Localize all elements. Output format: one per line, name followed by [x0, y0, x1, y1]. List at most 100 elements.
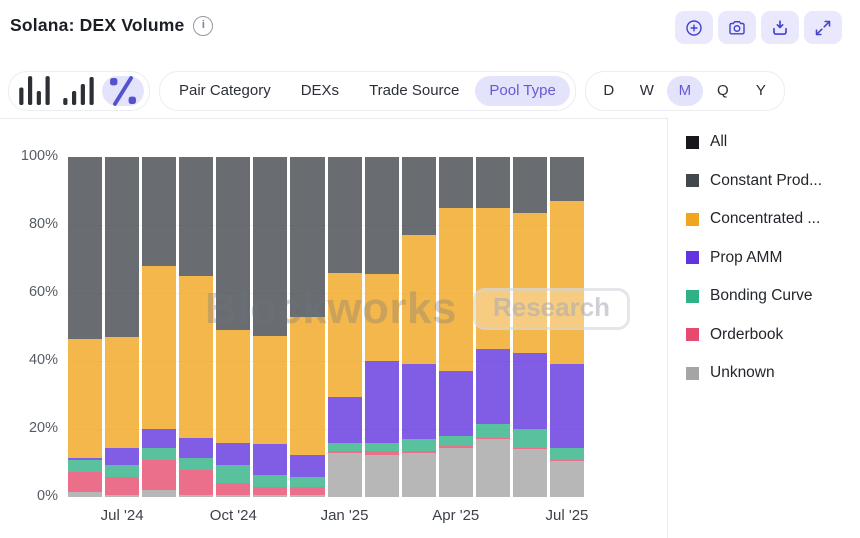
legend-item-bonding-curve[interactable]: Bonding Curve	[686, 277, 860, 316]
segment-constant-prod[interactable]	[439, 157, 473, 208]
segment-concentrated[interactable]	[439, 208, 473, 371]
segment-bonding-curve[interactable]	[142, 448, 176, 460]
bar-mar-25[interactable]	[402, 157, 436, 497]
segment-unknown[interactable]	[402, 453, 436, 497]
segment-bonding-curve[interactable]	[179, 458, 213, 470]
segment-concentrated[interactable]	[253, 336, 287, 445]
segment-orderbook[interactable]	[142, 460, 176, 491]
segment-prop-amm[interactable]	[439, 371, 473, 436]
bar-jun-24[interactable]	[68, 157, 102, 497]
bar-may-25[interactable]	[476, 157, 510, 497]
legend-item-concentrated[interactable]: Concentrated ...	[686, 200, 860, 239]
segment-concentrated[interactable]	[142, 266, 176, 429]
tab-pair-category[interactable]: Pair Category	[165, 76, 285, 106]
segment-prop-amm[interactable]	[402, 364, 436, 439]
legend-item-constant-prod[interactable]: Constant Prod...	[686, 162, 860, 201]
segment-unknown[interactable]	[216, 495, 250, 497]
bar-dec-24[interactable]	[290, 157, 324, 497]
period-q[interactable]: Q	[705, 76, 741, 106]
segment-unknown[interactable]	[476, 439, 510, 497]
segment-constant-prod[interactable]	[253, 157, 287, 336]
segment-prop-amm[interactable]	[476, 349, 510, 424]
period-d[interactable]: D	[591, 76, 627, 106]
segment-unknown[interactable]	[439, 448, 473, 497]
segment-bonding-curve[interactable]	[68, 460, 102, 472]
segment-constant-prod[interactable]	[105, 157, 139, 337]
legend-item-prop-amm[interactable]: Prop AMM	[686, 239, 860, 278]
plot-area[interactable]	[68, 157, 584, 497]
segment-bonding-curve[interactable]	[365, 443, 399, 452]
segment-concentrated[interactable]	[550, 201, 584, 364]
bar-aug-24[interactable]	[142, 157, 176, 497]
segment-bonding-curve[interactable]	[402, 439, 436, 451]
segment-bonding-curve[interactable]	[105, 465, 139, 477]
segment-bonding-curve[interactable]	[513, 429, 547, 448]
segment-bonding-curve[interactable]	[550, 448, 584, 460]
period-m[interactable]: M	[667, 76, 703, 106]
zoom-in-button[interactable]	[675, 11, 713, 44]
segment-unknown[interactable]	[365, 455, 399, 498]
segment-unknown[interactable]	[253, 495, 287, 497]
segment-concentrated[interactable]	[476, 208, 510, 349]
segment-bonding-curve[interactable]	[328, 443, 362, 452]
bar-nov-24[interactable]	[253, 157, 287, 497]
segment-concentrated[interactable]	[179, 276, 213, 438]
legend-item-orderbook[interactable]: Orderbook	[686, 316, 860, 355]
segment-unknown[interactable]	[105, 495, 139, 497]
segment-bonding-curve[interactable]	[476, 424, 510, 438]
period-w[interactable]: W	[629, 76, 665, 106]
bar-jun-25[interactable]	[513, 157, 547, 497]
fullscreen-button[interactable]	[804, 11, 842, 44]
segment-constant-prod[interactable]	[328, 157, 362, 273]
segment-concentrated[interactable]	[290, 317, 324, 455]
info-icon[interactable]: i	[193, 16, 213, 36]
segment-concentrated[interactable]	[365, 274, 399, 361]
segment-concentrated[interactable]	[68, 339, 102, 458]
segment-bonding-curve[interactable]	[290, 477, 324, 487]
segment-prop-amm[interactable]	[179, 438, 213, 458]
segment-constant-prod[interactable]	[402, 157, 436, 235]
segment-prop-amm[interactable]	[105, 448, 139, 465]
segment-prop-amm[interactable]	[513, 353, 547, 430]
segment-prop-amm[interactable]	[216, 443, 250, 465]
segment-orderbook[interactable]	[179, 470, 213, 496]
segment-constant-prod[interactable]	[290, 157, 324, 317]
segment-orderbook[interactable]	[68, 472, 102, 492]
bar-chart-type-button[interactable]	[14, 76, 56, 106]
segment-prop-amm[interactable]	[550, 364, 584, 447]
segment-prop-amm[interactable]	[253, 444, 287, 475]
segment-orderbook[interactable]	[253, 487, 287, 496]
segment-bonding-curve[interactable]	[439, 436, 473, 446]
segment-constant-prod[interactable]	[216, 157, 250, 330]
export-button[interactable]	[761, 11, 799, 44]
segment-unknown[interactable]	[68, 492, 102, 497]
segment-bonding-curve[interactable]	[253, 475, 287, 487]
segment-constant-prod[interactable]	[179, 157, 213, 276]
segment-prop-amm[interactable]	[365, 361, 399, 443]
segment-concentrated[interactable]	[105, 337, 139, 448]
tab-pool-type[interactable]: Pool Type	[475, 76, 569, 106]
bar-jul-24[interactable]	[105, 157, 139, 497]
segment-unknown[interactable]	[290, 495, 324, 497]
segment-orderbook[interactable]	[290, 487, 324, 496]
segment-bonding-curve[interactable]	[216, 465, 250, 484]
tab-trade-source[interactable]: Trade Source	[355, 76, 473, 106]
segment-concentrated[interactable]	[402, 235, 436, 364]
screenshot-button[interactable]	[718, 11, 756, 44]
segment-concentrated[interactable]	[513, 213, 547, 352]
segment-prop-amm[interactable]	[142, 429, 176, 448]
percent-chart-type-button[interactable]	[102, 76, 144, 106]
segment-concentrated[interactable]	[216, 330, 250, 442]
bar-feb-25[interactable]	[365, 157, 399, 497]
period-y[interactable]: Y	[743, 76, 779, 106]
segment-prop-amm[interactable]	[328, 397, 362, 443]
segment-constant-prod[interactable]	[550, 157, 584, 201]
segment-orderbook[interactable]	[216, 483, 250, 495]
legend-item-all[interactable]: All	[686, 123, 860, 162]
segment-unknown[interactable]	[142, 490, 176, 497]
bar-jan-25[interactable]	[328, 157, 362, 497]
segment-unknown[interactable]	[513, 449, 547, 497]
bar-jul-25[interactable]	[550, 157, 584, 497]
segment-constant-prod[interactable]	[476, 157, 510, 208]
segment-orderbook[interactable]	[105, 477, 139, 496]
